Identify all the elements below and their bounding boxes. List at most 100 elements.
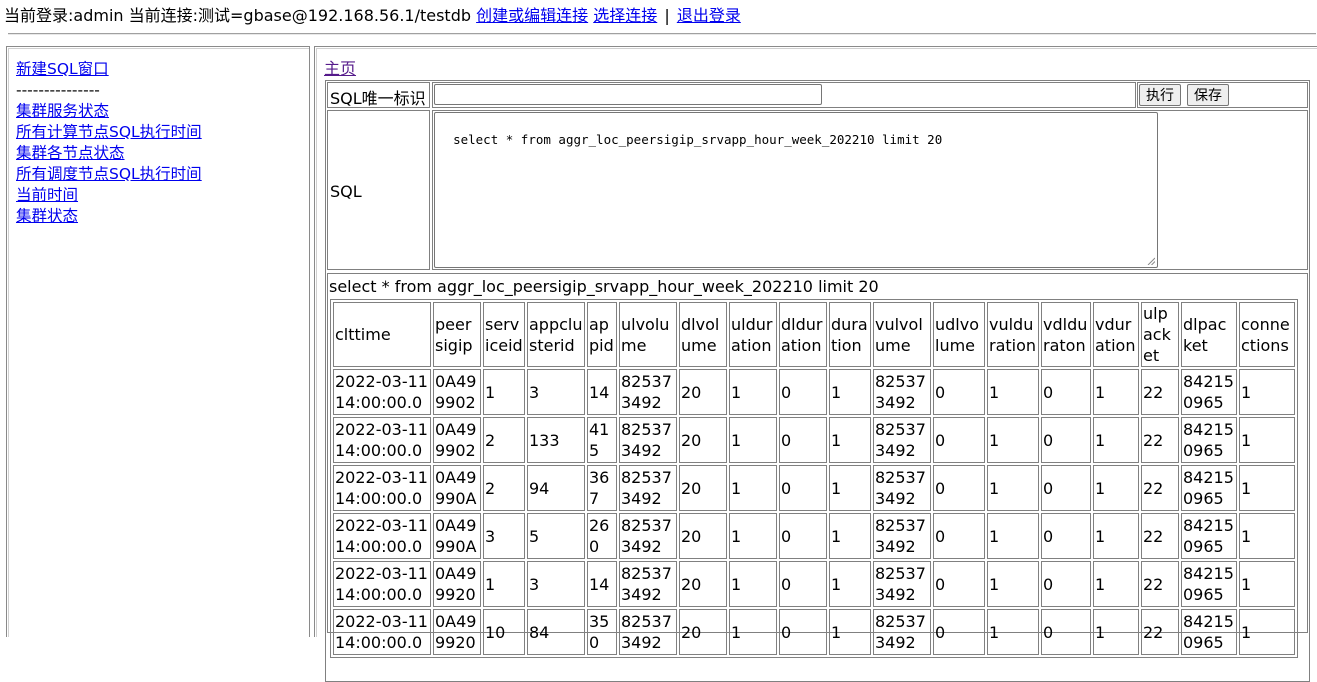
table-cell: 825373492 xyxy=(619,369,677,415)
table-cell: 0 xyxy=(779,609,827,655)
table-cell: 260 xyxy=(587,513,617,559)
table-cell: 1 xyxy=(987,369,1039,415)
table-cell: 825373492 xyxy=(619,561,677,607)
column-header: appclusterid xyxy=(527,302,585,367)
column-header: dlpacket xyxy=(1181,302,1237,367)
table-cell: 0 xyxy=(779,561,827,607)
table-cell: 1 xyxy=(829,609,871,655)
table-cell: 0 xyxy=(1041,369,1091,415)
table-cell: 842150965 xyxy=(1181,513,1237,559)
sidebar-item-cluster-status[interactable]: 集群状态 xyxy=(16,206,202,227)
table-cell: 0 xyxy=(933,513,985,559)
table-cell: 842150965 xyxy=(1181,465,1237,511)
column-header: dlduration xyxy=(779,302,827,367)
table-cell: 0 xyxy=(933,417,985,463)
logout-link[interactable]: 退出登录 xyxy=(677,6,741,25)
column-header: ulduration xyxy=(729,302,777,367)
sidebar-item-node-status[interactable]: 集群各节点状态 xyxy=(16,143,202,164)
table-cell: 3 xyxy=(483,513,525,559)
table-cell: 0 xyxy=(933,465,985,511)
column-header: clttime xyxy=(333,302,431,367)
column-header: appid xyxy=(587,302,617,367)
table-cell: 0 xyxy=(779,369,827,415)
column-header: ulvolume xyxy=(619,302,677,367)
table-cell: 1 xyxy=(1093,369,1139,415)
column-header: vduration xyxy=(1093,302,1139,367)
table-cell: 2022-03-11 14:00:00.0 xyxy=(333,369,431,415)
sql-id-input[interactable] xyxy=(434,84,822,105)
table-cell: 825373492 xyxy=(873,561,931,607)
table-cell: 2 xyxy=(483,465,525,511)
table-cell: 1 xyxy=(829,561,871,607)
table-cell: 22 xyxy=(1141,465,1179,511)
table-cell: 0 xyxy=(1041,513,1091,559)
table-cell: 1 xyxy=(729,465,777,511)
column-header: peersigip xyxy=(433,302,481,367)
table-header-row: clttime peersigip serviceid appclusterid app… xyxy=(333,302,1295,367)
table-cell: 0 xyxy=(779,417,827,463)
new-sql-window-link[interactable]: 新建SQL窗口 xyxy=(16,59,202,80)
sql-textarea-content: select * from aggr_loc_peersigip_srvapp_… xyxy=(453,132,943,147)
table-cell: 1 xyxy=(829,369,871,415)
results-table: clttime peersigip serviceid appclusterid app… xyxy=(330,299,1298,658)
execute-button[interactable]: 执行 xyxy=(1139,84,1181,106)
table-cell: 825373492 xyxy=(873,369,931,415)
sidebar-item-compute-node-sql-time[interactable]: 所有计算节点SQL执行时间 xyxy=(16,122,202,143)
sql-id-label-cell: SQL唯一标识 xyxy=(327,82,430,108)
sidebar-item-cluster-service-status[interactable]: 集群服务状态 xyxy=(16,101,202,122)
table-cell: 825373492 xyxy=(619,513,677,559)
table-cell: 842150965 xyxy=(1181,417,1237,463)
home-link[interactable]: 主页 xyxy=(324,59,356,79)
table-cell: 1 xyxy=(987,465,1039,511)
table-cell: 1 xyxy=(829,465,871,511)
table-cell: 0A499920 xyxy=(433,609,481,655)
table-cell: 1 xyxy=(483,369,525,415)
table-cell: 0 xyxy=(1041,561,1091,607)
table-cell: 1 xyxy=(483,561,525,607)
table-cell: 10 xyxy=(483,609,525,655)
table-cell: 20 xyxy=(679,417,727,463)
top-divider xyxy=(8,33,1316,35)
table-cell: 842150965 xyxy=(1181,609,1237,655)
table-cell: 825373492 xyxy=(619,609,677,655)
table-cell: 825373492 xyxy=(873,513,931,559)
column-header: vulvolume xyxy=(873,302,931,367)
top-bar: 当前登录:admin 当前连接:测试=gbase@192.168.56.1/te… xyxy=(4,6,741,26)
sql-label-cell: SQL xyxy=(327,110,430,270)
table-cell: 14 xyxy=(587,369,617,415)
table-cell: 1 xyxy=(987,417,1039,463)
table-cell: 1 xyxy=(1093,609,1139,655)
table-cell: 22 xyxy=(1141,609,1179,655)
resize-grip-icon[interactable] xyxy=(1147,257,1155,265)
sidebar-item-scheduler-node-sql-time[interactable]: 所有调度节点SQL执行时间 xyxy=(16,164,202,185)
table-cell: 0 xyxy=(779,465,827,511)
save-button[interactable]: 保存 xyxy=(1187,84,1229,106)
select-connection-link[interactable]: 选择连接 xyxy=(593,6,657,25)
table-cell: 0 xyxy=(1041,417,1091,463)
sidebar-item-current-time[interactable]: 当前时间 xyxy=(16,185,202,206)
sidebar: 新建SQL窗口 --------------- 集群服务状态 所有计算节点SQL… xyxy=(16,59,202,227)
table-cell: 20 xyxy=(679,561,727,607)
column-header: vdlduraton xyxy=(1041,302,1091,367)
table-cell: 0 xyxy=(1041,609,1091,655)
table-cell: 1 xyxy=(829,417,871,463)
link-separator: | xyxy=(664,6,670,25)
column-header: dlvolume xyxy=(679,302,727,367)
table-cell: 825373492 xyxy=(619,417,677,463)
table-cell: 825373492 xyxy=(873,417,931,463)
table-cell: 1 xyxy=(729,561,777,607)
table-cell: 0A499902 xyxy=(433,369,481,415)
table-row: 2022-03-11 14:00:00.0 0A499902 1 3 14 8253734… xyxy=(333,369,1295,415)
table-cell: 0 xyxy=(933,609,985,655)
create-edit-connection-link[interactable]: 创建或编辑连接 xyxy=(476,6,588,25)
table-cell: 20 xyxy=(679,513,727,559)
table-cell: 1 xyxy=(1239,609,1295,655)
table-cell: 1 xyxy=(1239,465,1295,511)
table-cell: 1 xyxy=(1093,417,1139,463)
sql-textarea[interactable]: select * from aggr_loc_peersigip_srvapp_… xyxy=(434,112,1158,268)
table-cell: 1 xyxy=(1239,369,1295,415)
table-cell: 2022-03-11 14:00:00.0 xyxy=(333,465,431,511)
sql-id-label: SQL唯一标识 xyxy=(330,89,426,108)
table-cell: 20 xyxy=(679,465,727,511)
table-cell: 1 xyxy=(987,513,1039,559)
